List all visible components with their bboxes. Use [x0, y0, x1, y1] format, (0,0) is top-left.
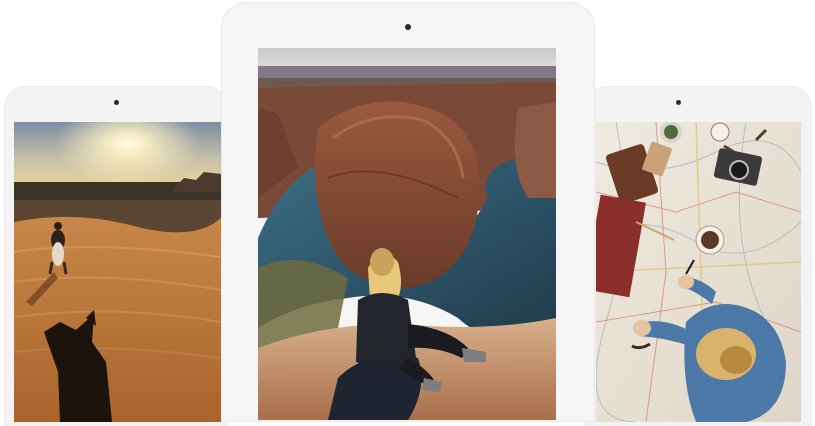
map-flatlay-image [596, 122, 801, 422]
tablet-right [585, 86, 812, 426]
desert-rider-image [14, 122, 221, 422]
tablet-center [221, 2, 595, 422]
camera-dot [675, 100, 681, 105]
screen-map-photo [596, 122, 801, 422]
tablet-left [4, 86, 228, 426]
screen-canyon-photo [258, 48, 556, 420]
camera-dot [113, 100, 119, 105]
camera-dot [405, 24, 411, 30]
canyon-woman-image [258, 48, 556, 420]
screen-desert-photo [14, 122, 221, 422]
